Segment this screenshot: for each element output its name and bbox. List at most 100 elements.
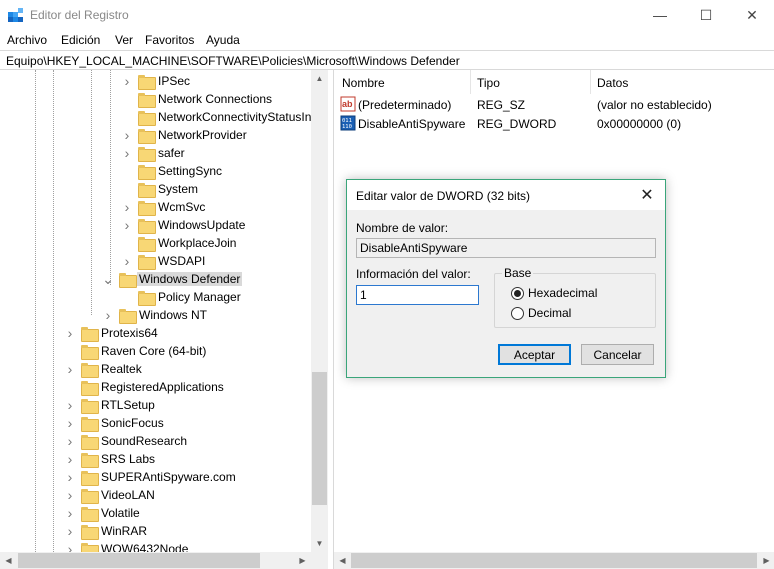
maximize-button[interactable]: ☐ (683, 0, 729, 30)
tree-item[interactable]: › WindowsUpdate (121, 216, 245, 234)
tree-item[interactable]: › Volatile (64, 504, 140, 522)
menu-ayuda[interactable]: Ayuda (206, 33, 240, 47)
tree-item[interactable]: › Protexis64 (64, 324, 158, 342)
tree-vertical-scrollbar[interactable]: ▲ ▼ (311, 70, 328, 552)
value-data: (valor no establecido) (597, 98, 712, 112)
tree-item[interactable]: ⌄ Windows Defender (102, 270, 243, 288)
folder-icon (138, 218, 156, 234)
scroll-thumb[interactable] (18, 553, 260, 568)
dialog-close-button[interactable]: ✕ (635, 184, 659, 206)
tree-item[interactable]: › VideoLAN (64, 486, 155, 504)
tree-item[interactable]: › IPSec (121, 72, 190, 90)
expand-chevron-icon[interactable]: › (64, 522, 76, 540)
tree-item[interactable]: › SUPERAntiSpyware.com (64, 468, 236, 486)
svg-text:ab: ab (342, 99, 353, 109)
column-divider[interactable] (590, 70, 591, 94)
tree-item-label: WindowsUpdate (158, 218, 246, 232)
menu-favoritos[interactable]: Favoritos (145, 33, 194, 47)
menu-edicion[interactable]: Edición (61, 33, 100, 47)
tree-item[interactable]: › safer (121, 144, 185, 162)
window-title: Editor del Registro (30, 8, 129, 22)
expand-chevron-icon[interactable]: › (64, 486, 76, 504)
scroll-down-icon[interactable]: ▼ (311, 535, 328, 552)
address-bar[interactable]: Equipo\HKEY_LOCAL_MACHINE\SOFTWARE\Polic… (0, 50, 774, 70)
list-row[interactable]: 011 110 DisableAntiSpyware REG_DWORD 0x0… (334, 114, 774, 133)
scroll-up-icon[interactable]: ▲ (311, 70, 328, 87)
expand-chevron-icon[interactable]: › (64, 324, 76, 342)
expand-chevron-icon[interactable]: › (64, 432, 76, 450)
tree-item[interactable]: NetworkConnectivityStatusIn (121, 108, 311, 126)
radio-hexadecimal[interactable]: Hexadecimal (511, 286, 597, 300)
base-groupbox: Base Hexadecimal Decimal (494, 266, 656, 328)
expand-chevron-icon[interactable]: › (102, 306, 114, 324)
address-path[interactable]: Equipo\HKEY_LOCAL_MACHINE\SOFTWARE\Polic… (6, 54, 460, 68)
tree-item-label: WcmSvc (158, 200, 206, 214)
expand-chevron-icon[interactable]: › (64, 450, 76, 468)
tree-item[interactable]: › WcmSvc (121, 198, 205, 216)
radio-unselected-icon[interactable] (511, 306, 524, 320)
tree-horizontal-scrollbar[interactable]: ◀ ▶ (0, 552, 328, 569)
scroll-thumb[interactable] (351, 553, 757, 568)
tree-item[interactable]: › NetworkProvider (121, 126, 247, 144)
radio-selected-icon[interactable] (511, 286, 524, 300)
expand-chevron-icon[interactable]: › (121, 216, 133, 234)
minimize-button[interactable]: — (637, 0, 683, 30)
ok-button[interactable]: Aceptar (498, 344, 571, 365)
expand-chevron-icon[interactable]: › (64, 540, 76, 552)
tree-item[interactable]: › WinRAR (64, 522, 147, 540)
expand-chevron-icon[interactable]: › (121, 126, 133, 144)
menu-ver[interactable]: Ver (115, 33, 133, 47)
tree-item[interactable]: Raven Core (64-bit) (64, 342, 206, 360)
value-data-input[interactable]: 1 (356, 285, 479, 305)
column-divider[interactable] (470, 70, 471, 94)
tree-item[interactable]: WorkplaceJoin (121, 234, 236, 252)
column-header-type[interactable]: Tipo (477, 76, 500, 90)
tree-item[interactable]: SettingSync (121, 162, 222, 180)
expand-chevron-icon[interactable]: › (121, 198, 133, 216)
tree-item[interactable]: › SoundResearch (64, 432, 187, 450)
scroll-thumb[interactable] (312, 372, 327, 505)
key-tree[interactable]: › IPSec Network Connections NetworkConnecti… (0, 70, 328, 552)
tree-item[interactable]: Policy Manager (121, 288, 241, 306)
tree-item[interactable]: › SonicFocus (64, 414, 164, 432)
scroll-right-icon[interactable]: ▶ (294, 552, 311, 569)
close-button[interactable]: ✕ (729, 0, 774, 30)
expand-chevron-icon[interactable]: › (121, 252, 133, 270)
folder-icon (81, 362, 99, 378)
tree-item[interactable]: System (121, 180, 198, 198)
tree-item[interactable]: › SRS Labs (64, 450, 155, 468)
list-horizontal-scrollbar[interactable]: ◀ ▶ (334, 552, 774, 569)
expand-chevron-icon[interactable]: › (121, 72, 133, 90)
scroll-left-icon[interactable]: ◀ (0, 552, 17, 569)
tree-item[interactable]: › RTLSetup (64, 396, 155, 414)
expand-chevron-icon[interactable]: › (121, 144, 133, 162)
tree-item[interactable]: RegisteredApplications (64, 378, 224, 396)
scroll-left-icon[interactable]: ◀ (334, 552, 351, 569)
expand-chevron-icon[interactable]: › (64, 396, 76, 414)
collapse-chevron-icon[interactable]: ⌄ (102, 270, 114, 288)
scroll-right-icon[interactable]: ▶ (758, 552, 774, 569)
menu-archivo[interactable]: Archivo (7, 33, 47, 47)
tree-item[interactable]: Network Connections (121, 90, 272, 108)
expand-chevron-icon[interactable]: › (64, 414, 76, 432)
tree-item[interactable]: › WSDAPI (121, 252, 205, 270)
column-header-name[interactable]: Nombre (342, 76, 385, 90)
expand-chevron-icon[interactable]: › (64, 468, 76, 486)
tree-item[interactable]: › WOW6432Node (64, 540, 188, 552)
tree-guide-line (35, 70, 36, 552)
cancel-button[interactable]: Cancelar (581, 344, 654, 365)
list-row[interactable]: ab (Predeterminado) REG_SZ (valor no est… (334, 95, 774, 114)
expand-chevron-icon[interactable]: › (64, 504, 76, 522)
tree-item-label: Windows Defender (137, 272, 243, 286)
expand-chevron-icon[interactable]: › (64, 360, 76, 378)
tree-item[interactable]: › Windows NT (102, 306, 207, 324)
binary-value-icon: 011 110 (340, 115, 356, 131)
column-header-data[interactable]: Datos (597, 76, 628, 90)
radio-decimal[interactable]: Decimal (511, 306, 571, 320)
tree-item-label: Realtek (101, 362, 142, 376)
tree-item[interactable]: › Realtek (64, 360, 142, 378)
